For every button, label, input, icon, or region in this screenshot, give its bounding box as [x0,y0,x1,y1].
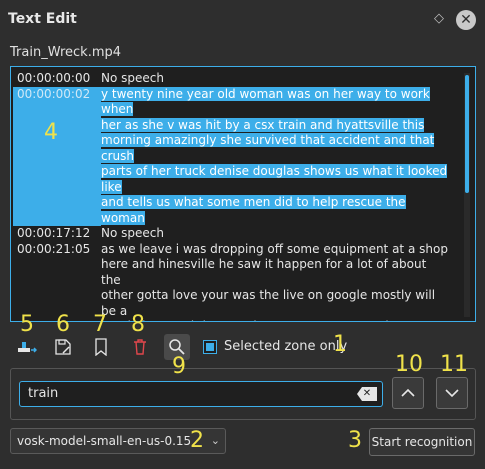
transcript-text: other gotta love your was the live on go… [101,288,436,318]
transcript-line[interactable]: here and hinesville he saw it happen for… [13,257,453,288]
timestamp: 00:00:00:00 [17,71,91,85]
transcript-text: morning amazingly she survived that acci… [101,133,435,163]
transcript-text-area[interactable]: 00:00:00:00 No speech 00:00:00:02 y twenty … [10,66,476,322]
timestamp: 00:00:17:12 [17,226,91,240]
checkbox-check [206,343,214,351]
annotation-3: 3 [348,428,362,453]
close-icon[interactable]: ✕ [456,10,476,30]
transcript-text: y twenty nine year old woman was on her … [101,86,430,116]
title-bar: Text Edit ◇ ✕ [0,0,485,38]
selected-zone-label: Selected zone only [224,339,348,354]
transcript-text: No speech [101,226,164,240]
transcript-text: as we leave i was dropping off some equi… [101,241,448,256]
transcript-line[interactable]: other gotta love your was the live on go… [13,288,453,319]
timestamp [13,164,101,195]
transcript-line[interactable]: morning amazingly she survived that acci… [13,133,453,164]
transcript-line[interactable]: 00:00:00:02 y twenty nine year old woman … [13,86,453,118]
transcript-text: and tells us what some men did to help r… [101,195,406,225]
float-diamond-icon[interactable]: ◇ [432,12,446,26]
annotation-6: 6 [56,312,70,337]
start-recognition-button[interactable]: Start recognition [369,428,475,456]
bookmark-icon[interactable] [88,334,114,360]
transcript-text: No speech [101,71,164,85]
text-edit-panel: Text Edit ◇ ✕ Train_Wreck.mp4 00:00:00:0… [0,0,485,469]
annotation-1: 1 [333,332,347,357]
transcript-text: her as she v was hit by a csx train and … [101,117,425,132]
annotation-5: 5 [20,312,34,337]
transcript-line[interactable]: parts of her truck denise douglas shows … [13,164,453,195]
timestamp: 00:00:00:02 [13,86,101,118]
transcript-text: good alone and the was the guy you're yo… [101,319,424,321]
previous-match-button[interactable] [392,377,424,409]
search-input[interactable]: train [19,381,383,407]
delete-icon[interactable] [127,334,153,360]
selected-zone-checkbox[interactable] [203,340,217,354]
annotation-9: 9 [172,354,186,379]
timestamp [13,195,101,226]
annotation-2: 2 [190,428,204,453]
transcript-rows: 00:00:00:00 No speech 00:00:00:02 y twenty … [13,71,453,321]
annotation-4: 4 [44,120,58,145]
transcript-line[interactable]: her as she v was hit by a csx train and … [13,117,453,133]
save-icon[interactable] [50,334,76,360]
file-name: Train_Wreck.mp4 [10,45,122,60]
annotation-10: 10 [395,352,423,377]
scrollbar-thumb[interactable] [465,75,469,193]
insert-zone-icon[interactable] [14,334,40,360]
timestamp: 00:00:21:05 [17,241,91,256]
next-match-button[interactable] [436,377,468,409]
model-select-value: vosk-model-small-en-us-0.15 [17,434,192,448]
panel-title: Text Edit [8,11,77,27]
transcript-text: parts of her truck denise douglas shows … [101,164,448,194]
transcript-line[interactable]: 00:00:00:00 No speech [13,71,453,87]
annotation-11: 11 [440,352,468,377]
transcript-text: here and hinesville he saw it happen for… [101,257,427,287]
transcript-line[interactable]: 00:00:17:12 No speech [13,226,453,242]
annotation-7: 7 [93,312,107,337]
timestamp [13,257,101,288]
chevron-down-icon: ⌄ [210,434,220,447]
chevron-up-icon [401,388,415,397]
transcript-line[interactable]: and tells us what some men did to help r… [13,195,453,226]
chevron-down-icon [445,389,459,398]
annotation-8: 8 [131,312,145,337]
transcript-line[interactable]: 00:00:21:05 as we leave i was dropping of… [13,242,453,258]
transcript-line[interactable]: good alone and the was the guy you're yo… [13,319,453,321]
